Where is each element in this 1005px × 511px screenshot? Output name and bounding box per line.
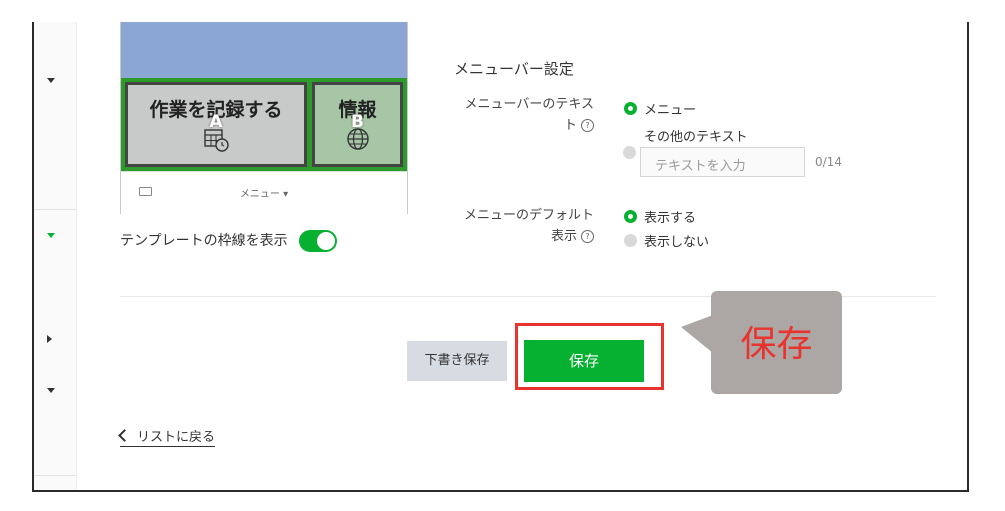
- save-draft-button[interactable]: 下書き保存: [407, 341, 507, 381]
- richmenu-preview: 作業を記録する A 情報 B メニュー ▾: [120, 22, 408, 214]
- menu-bar-label: メニュー ▾: [239, 189, 289, 200]
- chevron-down-icon[interactable]: [47, 388, 55, 393]
- radio-menu[interactable]: [624, 102, 637, 115]
- editor-frame: 作業を記録する A 情報 B メニュー ▾ テンプレートの枠線を表示 メニューバ…: [32, 22, 969, 492]
- back-link-label: リストに戻る: [137, 430, 216, 445]
- chevron-down-icon[interactable]: [47, 233, 55, 238]
- sidebar-divider: [34, 209, 76, 210]
- chevron-right-icon[interactable]: [47, 335, 52, 343]
- chevron-left-icon: [118, 429, 131, 442]
- chevron-down-icon[interactable]: [47, 78, 55, 83]
- sidebar-divider: [34, 475, 76, 476]
- callout-tail: [681, 315, 713, 353]
- radio-other-text[interactable]: [623, 146, 636, 159]
- sidebar: [34, 22, 77, 490]
- radio-other-label: その他のテキスト: [644, 130, 748, 145]
- area-letter: B: [351, 112, 364, 132]
- callout-text: 保存: [740, 324, 813, 365]
- area-letter: A: [209, 112, 223, 132]
- menu-bar: メニュー ▾: [121, 171, 407, 214]
- radio-show-label: 表示する: [644, 211, 697, 226]
- menu-cell-b[interactable]: 情報 B: [312, 82, 403, 167]
- menubar-text-input[interactable]: テキストを入力: [640, 147, 805, 177]
- menu-area: 作業を記録する A 情報 B: [121, 78, 407, 171]
- radio-menu-label: メニュー: [644, 103, 697, 118]
- save-button[interactable]: 保存: [524, 340, 644, 382]
- template-border-toggle[interactable]: [299, 230, 337, 252]
- chat-preview-area: [121, 22, 407, 78]
- default-display-label: メニューのデフォルト 表示?: [463, 208, 594, 244]
- char-counter: 0/14: [815, 155, 842, 169]
- toggle-knob: [317, 232, 335, 250]
- menubar-text-label: メニューバーのテキス ト?: [464, 97, 594, 133]
- help-icon[interactable]: ?: [581, 230, 594, 243]
- radio-show[interactable]: [624, 210, 637, 223]
- menu-cell-a[interactable]: 作業を記録する A: [125, 82, 307, 167]
- template-border-label: テンプレートの枠線を表示: [120, 233, 288, 249]
- callout-bubble: 保存: [711, 291, 842, 394]
- radio-hide-label: 表示しない: [644, 235, 710, 250]
- help-icon[interactable]: ?: [581, 119, 594, 132]
- radio-hide[interactable]: [624, 234, 637, 247]
- section-title: メニューバー設定: [454, 60, 574, 78]
- back-to-list-link[interactable]: リストに戻る: [118, 426, 216, 447]
